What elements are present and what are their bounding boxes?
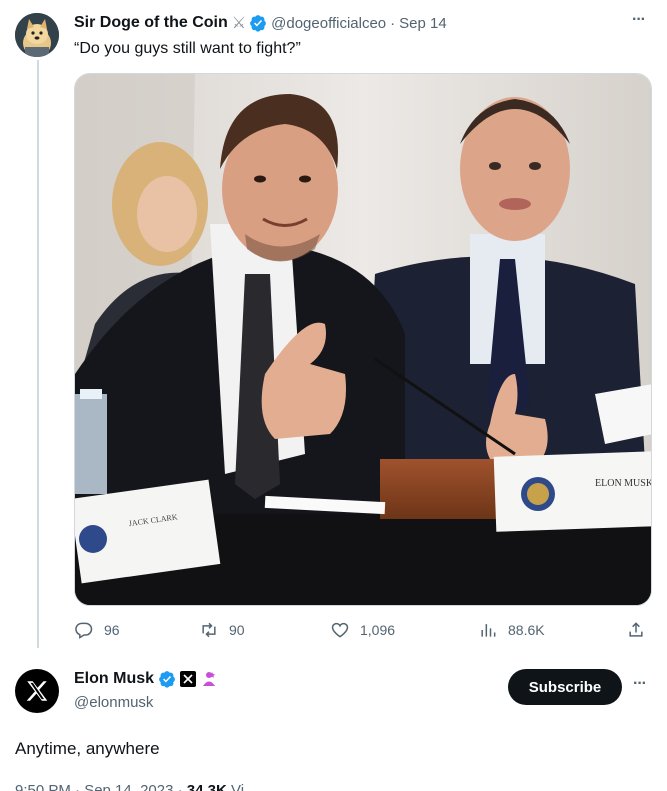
analytics-icon xyxy=(481,624,496,637)
like-button[interactable]: 1,096 xyxy=(330,620,395,640)
tweet-photo[interactable]: ELON MUSK JACK CLARK xyxy=(74,73,652,606)
more-horizontal-icon[interactable]: ··· xyxy=(633,675,647,693)
share-icon xyxy=(629,622,643,637)
views-label: Vi xyxy=(226,782,245,791)
reply-button[interactable]: 96 xyxy=(74,620,120,640)
share-button[interactable] xyxy=(626,620,646,640)
tweet-header: Sir Doge of the Coin ⚔ @dogeofficialceo … xyxy=(74,13,447,33)
retweet-button[interactable]: 90 xyxy=(199,620,245,640)
reply-tweet-text: Anytime, anywhere xyxy=(15,739,160,758)
doge-avatar[interactable] xyxy=(15,13,59,57)
view-count: 88.6K xyxy=(508,622,545,638)
x-logo-icon xyxy=(26,681,48,701)
verified-badge-icon[interactable] xyxy=(158,670,176,688)
heart-icon xyxy=(331,622,349,638)
nameplate-elon: ELON MUSK xyxy=(595,478,652,489)
tweet-actions-bar: 96 90 1,096 88.6K xyxy=(74,620,652,642)
retweet-icon xyxy=(202,622,216,638)
subscribe-button[interactable]: Subscribe xyxy=(508,669,622,705)
verified-badge-icon[interactable] xyxy=(249,14,267,32)
tweet-timestamp[interactable]: 9:50 PM · Sep 14, 2023 · xyxy=(15,782,187,791)
crossed-swords-icon: ⚔ xyxy=(231,15,247,32)
elon-avatar[interactable] xyxy=(15,669,59,713)
tweet-date[interactable]: Sep 14 xyxy=(399,15,447,32)
author-handle[interactable]: @dogeofficialceo xyxy=(271,15,386,32)
x-affiliate-badge-icon[interactable] xyxy=(180,671,197,687)
retweet-count: 90 xyxy=(229,622,245,638)
tweet-text: “Do you guys still want to fight?” xyxy=(74,40,301,57)
reply-count: 96 xyxy=(104,622,120,638)
author-name[interactable]: Sir Doge of the Coin xyxy=(74,14,228,32)
reply-author-row: Elon Musk xyxy=(74,670,218,688)
tweet-meta-line: 9:50 PM · Sep 14, 2023 · 34.3K Vi xyxy=(15,782,244,791)
person-emoji-icon xyxy=(203,672,216,686)
hearing-photo-illustration: ELON MUSK JACK CLARK xyxy=(75,74,652,605)
more-horizontal-icon[interactable]: ··· xyxy=(632,11,646,29)
reply-icon xyxy=(75,622,93,639)
doge-avatar-image xyxy=(15,13,59,57)
tweet-view-count: 34.3K xyxy=(186,782,227,791)
reply-author-handle[interactable]: @elonmusk xyxy=(74,694,153,711)
thread-connector-line xyxy=(37,60,39,648)
separator-dot: · xyxy=(390,14,396,32)
views-button[interactable]: 88.6K xyxy=(478,620,545,640)
reply-author-name[interactable]: Elon Musk xyxy=(74,670,154,688)
like-count: 1,096 xyxy=(360,622,396,638)
